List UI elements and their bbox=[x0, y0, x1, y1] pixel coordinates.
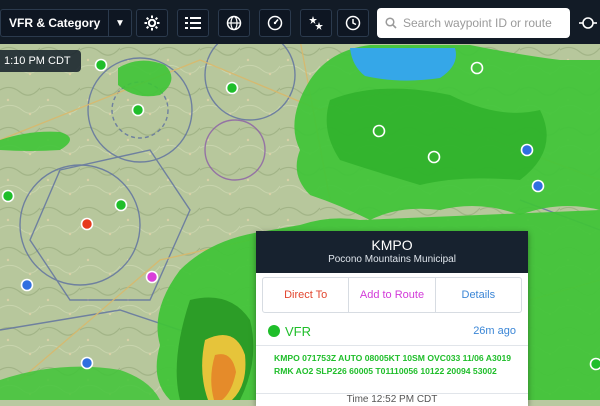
gauge-button[interactable] bbox=[259, 9, 291, 37]
airport-marker-mvfr[interactable] bbox=[522, 145, 533, 156]
top-toolbar: VFR & Category ▼ Search waypoint ID or r… bbox=[0, 0, 600, 44]
search-icon bbox=[385, 17, 397, 29]
airport-name: Pocono Mountains Municipal bbox=[256, 254, 528, 265]
vfr-status-dot bbox=[268, 325, 280, 337]
gauge-icon bbox=[267, 15, 283, 31]
airport-marker-vfr[interactable] bbox=[133, 105, 144, 116]
route-button[interactable] bbox=[576, 9, 600, 37]
report-age: 26m ago bbox=[473, 325, 516, 337]
clock-icon bbox=[345, 15, 361, 31]
map-time-badge: 1:10 PM CDT bbox=[0, 50, 81, 72]
details-button[interactable]: Details bbox=[436, 278, 521, 312]
layers-list-button[interactable] bbox=[177, 9, 209, 37]
airport-marker-ifr[interactable] bbox=[82, 219, 93, 230]
globe-icon bbox=[226, 15, 242, 31]
airport-marker-mvfr[interactable] bbox=[82, 358, 93, 369]
map-layer-label: VFR & Category bbox=[1, 16, 108, 30]
airport-marker-vfr[interactable] bbox=[227, 83, 238, 94]
list-icon bbox=[185, 16, 201, 30]
settings-button[interactable] bbox=[136, 9, 168, 37]
popup-actions: Direct To Add to Route Details bbox=[262, 277, 522, 313]
popup-header: KMPO Pocono Mountains Municipal bbox=[256, 231, 528, 273]
caret-down-icon[interactable]: ▼ bbox=[108, 10, 131, 36]
add-to-route-button[interactable]: Add to Route bbox=[349, 278, 435, 312]
airport-marker-vfr[interactable] bbox=[116, 200, 127, 211]
flight-category-label: VFR bbox=[285, 324, 473, 339]
airspace-icon bbox=[308, 15, 324, 31]
clock-button[interactable] bbox=[337, 9, 369, 37]
search-placeholder: Search waypoint ID or route bbox=[403, 16, 552, 30]
map-layer-select[interactable]: VFR & Category ▼ bbox=[0, 9, 132, 37]
airport-info-popup: KMPO Pocono Mountains Municipal Direct T… bbox=[256, 231, 528, 406]
route-icon bbox=[579, 15, 597, 31]
direct-to-button[interactable]: Direct To bbox=[263, 278, 349, 312]
flight-category-row[interactable]: VFR 26m ago bbox=[256, 317, 528, 346]
metar-text: KMPO 071753Z AUTO 08005KT 10SM OVC033 11… bbox=[256, 346, 528, 378]
map-time-text: 1:10 PM CDT bbox=[4, 55, 71, 67]
gear-icon bbox=[144, 15, 160, 31]
airspace-button[interactable] bbox=[300, 9, 332, 37]
airport-marker-mvfr[interactable] bbox=[533, 181, 544, 192]
airport-marker-mvfr[interactable] bbox=[22, 280, 33, 291]
airport-marker-vfr[interactable] bbox=[3, 191, 14, 202]
globe-button[interactable] bbox=[218, 9, 250, 37]
airport-marker-lifr[interactable] bbox=[147, 272, 158, 283]
airport-id: KMPO bbox=[256, 231, 528, 253]
airport-marker-vfr[interactable] bbox=[96, 60, 107, 71]
airport-marker-vfr[interactable] bbox=[591, 359, 600, 370]
waypoint-search-input[interactable]: Search waypoint ID or route bbox=[377, 8, 570, 38]
